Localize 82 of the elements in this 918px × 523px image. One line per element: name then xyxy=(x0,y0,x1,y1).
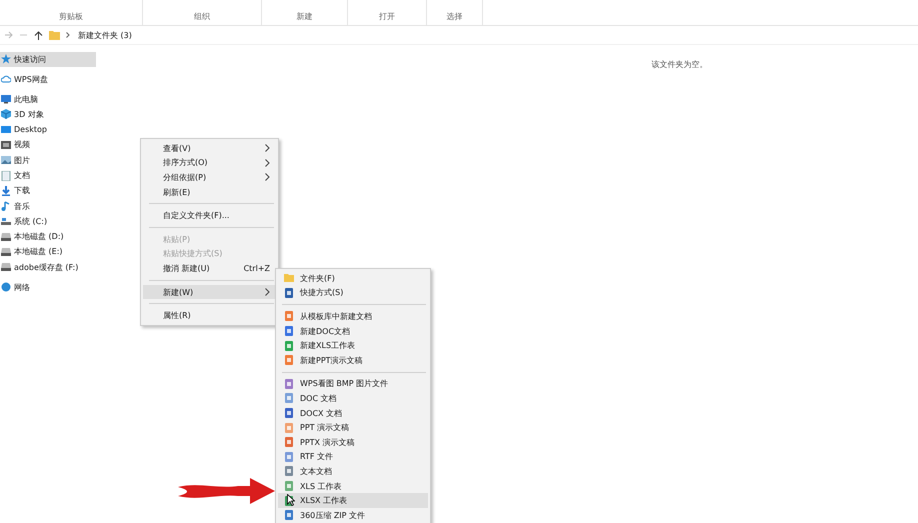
sidebar-item[interactable]: 3D 对象 xyxy=(0,106,96,122)
sidebar-item-label: 本地磁盘 (E:) xyxy=(14,246,63,258)
menu-item[interactable]: PPT 演示文稿 xyxy=(278,420,428,435)
shortcut-text: Ctrl+Z xyxy=(244,264,270,273)
menu-item[interactable]: 文件夹(F) xyxy=(278,271,428,286)
menu-item[interactable]: 文本文档 xyxy=(278,464,428,479)
chevron-icon xyxy=(66,32,70,38)
film-icon xyxy=(1,140,11,150)
sidebar-item-label: 下载 xyxy=(14,185,30,196)
drive-icon xyxy=(1,216,11,226)
ribbon-group-label: 剪贴板 xyxy=(0,0,143,25)
menu-item[interactable]: 分组依据(P) xyxy=(143,170,276,185)
menu-item[interactable]: 新建DOC文档 xyxy=(278,324,428,338)
menu-item[interactable]: 从模板库中新建文档 xyxy=(278,309,428,324)
sidebar-item[interactable]: 本地磁盘 (D:) xyxy=(0,229,96,244)
empty-folder-message: 该文件夹为空。 xyxy=(652,59,708,69)
sidebar-item[interactable]: WPS网盘 xyxy=(0,71,96,87)
sidebar-item[interactable]: 网络 xyxy=(0,280,96,295)
ribbon-group-label: 组织 xyxy=(143,0,262,25)
cloud-icon xyxy=(1,74,11,84)
ribbon-group-label: 选择 xyxy=(427,0,483,25)
sidebar-item[interactable]: 系统 (C:) xyxy=(0,214,96,230)
sidebar-item[interactable]: 图片 xyxy=(0,152,96,168)
drive-icon xyxy=(1,262,11,272)
menu-item[interactable]: 属性(R) xyxy=(143,308,276,323)
menu-item[interactable]: WPS看图 BMP 图片文件 xyxy=(278,376,428,392)
menu-item[interactable]: 查看(V) xyxy=(143,141,276,156)
ribbon-group-label: 新建 xyxy=(262,0,348,25)
sidebar-item[interactable]: 音乐 xyxy=(0,198,96,214)
menu-item[interactable]: DOCX 文档 xyxy=(278,406,428,420)
menu-item[interactable]: RTF 文件 xyxy=(278,450,428,464)
picture-icon xyxy=(1,155,11,166)
star-icon xyxy=(1,54,11,64)
ribbon-group-label: 打开 xyxy=(348,0,427,25)
folder-icon xyxy=(49,30,60,40)
drive-icon xyxy=(1,232,11,242)
sidebar-item[interactable]: 本地磁盘 (E:) xyxy=(0,244,96,260)
up-arrow-icon xyxy=(34,30,43,40)
sidebar-item-label: 本地磁盘 (D:) xyxy=(14,231,64,242)
sidebar-item-label: 快速访问 xyxy=(14,54,46,65)
sidebar-item-label: 视频 xyxy=(14,139,30,150)
sidebar-item[interactable]: adobe缓存盘 (F:) xyxy=(0,260,96,275)
menu-item[interactable]: XLS 工作表 xyxy=(278,478,428,494)
menu-item[interactable]: PPTX 演示文稿 xyxy=(278,434,428,450)
menu-item[interactable]: DOC 文档 xyxy=(278,391,428,406)
sidebar-item-label: 网络 xyxy=(14,282,30,293)
sidebar-item-label: 图片 xyxy=(14,154,30,166)
music-note-icon xyxy=(1,201,11,212)
desktop-icon xyxy=(1,124,11,135)
sidebar-item-label: adobe缓存盘 (F:) xyxy=(14,262,78,273)
sidebar-item[interactable]: 此电脑 xyxy=(0,91,96,107)
sidebar-item-label: WPS网盘 xyxy=(14,74,48,85)
network-icon xyxy=(1,282,11,292)
menu-item[interactable]: 快捷方式(S) xyxy=(278,286,428,300)
menu-item[interactable]: XLSX 工作表 xyxy=(278,493,428,508)
cube-icon xyxy=(1,109,11,120)
sidebar-item[interactable]: 快速访问 xyxy=(0,52,96,67)
download-arrow-icon xyxy=(1,186,11,196)
menu-item[interactable]: 撤消 新建(U) Ctrl+Z xyxy=(143,261,276,276)
sidebar-item-label: 系统 (C:) xyxy=(14,216,48,227)
sidebar-item[interactable]: 视频 xyxy=(0,137,96,153)
sidebar-item[interactable]: 文档 xyxy=(0,168,96,184)
menu-item[interactable]: 新建XLS工作表 xyxy=(278,338,428,353)
sidebar-item-label: 此电脑 xyxy=(14,94,38,105)
menu-item[interactable]: 新建(W) xyxy=(143,284,276,300)
sidebar-item-label: 3D 对象 xyxy=(14,108,44,120)
folder-icon xyxy=(284,273,294,284)
mouse-cursor-icon xyxy=(287,494,295,506)
sidebar-item-label: 文档 xyxy=(14,170,30,181)
drive-icon xyxy=(1,246,11,257)
sidebar-item[interactable]: 下载 xyxy=(0,183,96,198)
menu-item[interactable]: 刷新(E) xyxy=(143,184,276,200)
address-path[interactable]: 新建文件夹 (3) xyxy=(78,30,132,40)
computer-icon xyxy=(1,94,11,104)
menu-item[interactable]: 排序方式(O) xyxy=(143,156,276,170)
sidebar-item-label: Desktop xyxy=(14,125,47,134)
sidebar-item[interactable]: Desktop xyxy=(0,122,96,138)
menu-item[interactable]: 360压缩 ZIP 文件 xyxy=(278,508,428,522)
menu-item[interactable]: 新建PPT演示文稿 xyxy=(278,352,428,368)
sidebar-item-label: 音乐 xyxy=(14,200,30,212)
forward-arrow-icon xyxy=(4,31,13,39)
menu-item[interactable]: 自定义文件夹(F)... xyxy=(143,208,276,223)
